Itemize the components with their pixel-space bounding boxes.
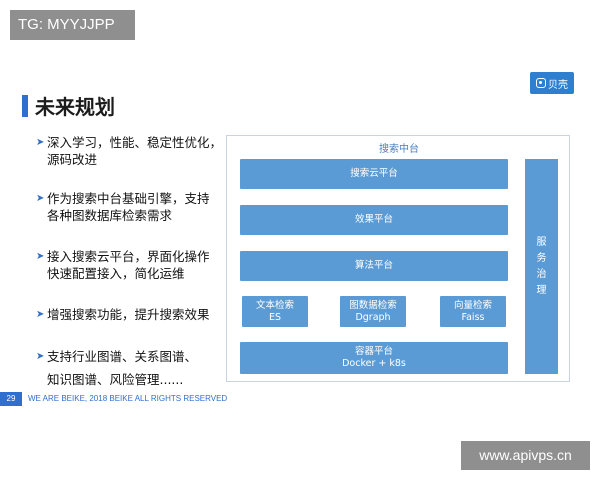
footer-copyright: WE ARE BEIKE, 2018 BEIKE ALL RIGHTS RESE… — [28, 394, 228, 403]
arrow-right-icon: ➤ — [36, 251, 45, 262]
container-platform-block: 容器平台 Docker + k8s — [240, 342, 508, 374]
beike-logo: 贝壳 — [530, 72, 574, 94]
block-label: 向量检索 — [453, 299, 492, 311]
bullet-line: 作为搜索中台基础引擎，支持 — [47, 191, 210, 206]
block-label: 文本检索 — [255, 299, 294, 311]
page: TG: MYYJJPP 贝壳 未来规划 ➤ 深入学习，性能、稳定性优化， 源码改… — [0, 0, 600, 480]
side-char: 服 — [536, 236, 547, 248]
block-label: 效果平台 — [354, 214, 393, 225]
bullet-line: 深入学习，性能、稳定性优化， — [47, 135, 223, 150]
block-tech: ES — [268, 311, 282, 323]
effect-platform-block: 效果平台 — [240, 205, 508, 235]
bullet-item: ➤ 接入搜索云平台，界面化操作 快速配置接入，简化运维 — [36, 248, 228, 282]
bullet-line: 源码改进 — [47, 152, 98, 167]
block-label: 图数据检索 — [349, 299, 397, 311]
search-cloud-platform-block: 搜索云平台 — [240, 159, 508, 189]
bullet-item: ➤ 作为搜索中台基础引擎，支持 各种图数据库检索需求 — [36, 190, 228, 224]
vector-search-block: 向量检索 Faiss — [440, 296, 506, 327]
watermark-bottom-right: www.apivps.cn — [461, 441, 590, 470]
arrow-right-icon: ➤ — [36, 193, 45, 204]
graph-search-block: 图数据检索 Dgraph — [340, 296, 406, 327]
block-label: 算法平台 — [354, 260, 393, 271]
slide-title: 未来规划 — [35, 95, 115, 119]
bullet-line: 快速配置接入，简化运维 — [47, 266, 185, 281]
beike-logo-icon — [536, 78, 546, 88]
search-platform-diagram: 搜索中台 搜索云平台 效果平台 算法平台 文本检索 ES 图数据检索 Dgrap… — [226, 135, 570, 382]
bullet-item: ➤ 支持行业图谱、关系图谱、 知识图谱、风险管理...... — [36, 348, 228, 388]
title-accent-bar — [22, 95, 28, 117]
text-search-block: 文本检索 ES — [242, 296, 308, 327]
algorithm-platform-block: 算法平台 — [240, 251, 508, 281]
bullet-line: 知识图谱、风险管理...... — [47, 372, 184, 387]
arrow-right-icon: ➤ — [36, 351, 45, 362]
block-label: 容器平台 — [354, 346, 393, 357]
side-char: 治 — [536, 268, 547, 280]
block-label: 搜索云平台 — [350, 168, 398, 179]
block-tech: Docker + k8s — [342, 358, 406, 369]
watermark-top-left: TG: MYYJJPP — [10, 10, 135, 40]
logo-text: 贝壳 — [548, 79, 568, 91]
block-tech: Dgraph — [355, 311, 391, 323]
bullet-line: 接入搜索云平台，界面化操作 — [47, 249, 210, 264]
bullet-item: ➤ 深入学习，性能、稳定性优化， 源码改进 — [36, 134, 228, 168]
side-char: 务 — [536, 252, 547, 264]
diagram-title: 搜索中台 — [379, 144, 419, 155]
arrow-right-icon: ➤ — [36, 137, 45, 148]
block-tech: Faiss — [461, 311, 485, 323]
bullet-line: 增强搜索功能，提升搜索效果 — [47, 307, 210, 322]
bullet-line: 各种图数据库检索需求 — [47, 208, 173, 223]
service-governance-block: 服 务 治 理 — [525, 159, 558, 374]
arrow-right-icon: ➤ — [36, 309, 45, 320]
page-number: 29 — [0, 392, 22, 406]
bullet-item: ➤ 增强搜索功能，提升搜索效果 — [36, 306, 228, 323]
bullet-line: 支持行业图谱、关系图谱、 — [47, 349, 198, 364]
side-char: 理 — [536, 284, 547, 296]
